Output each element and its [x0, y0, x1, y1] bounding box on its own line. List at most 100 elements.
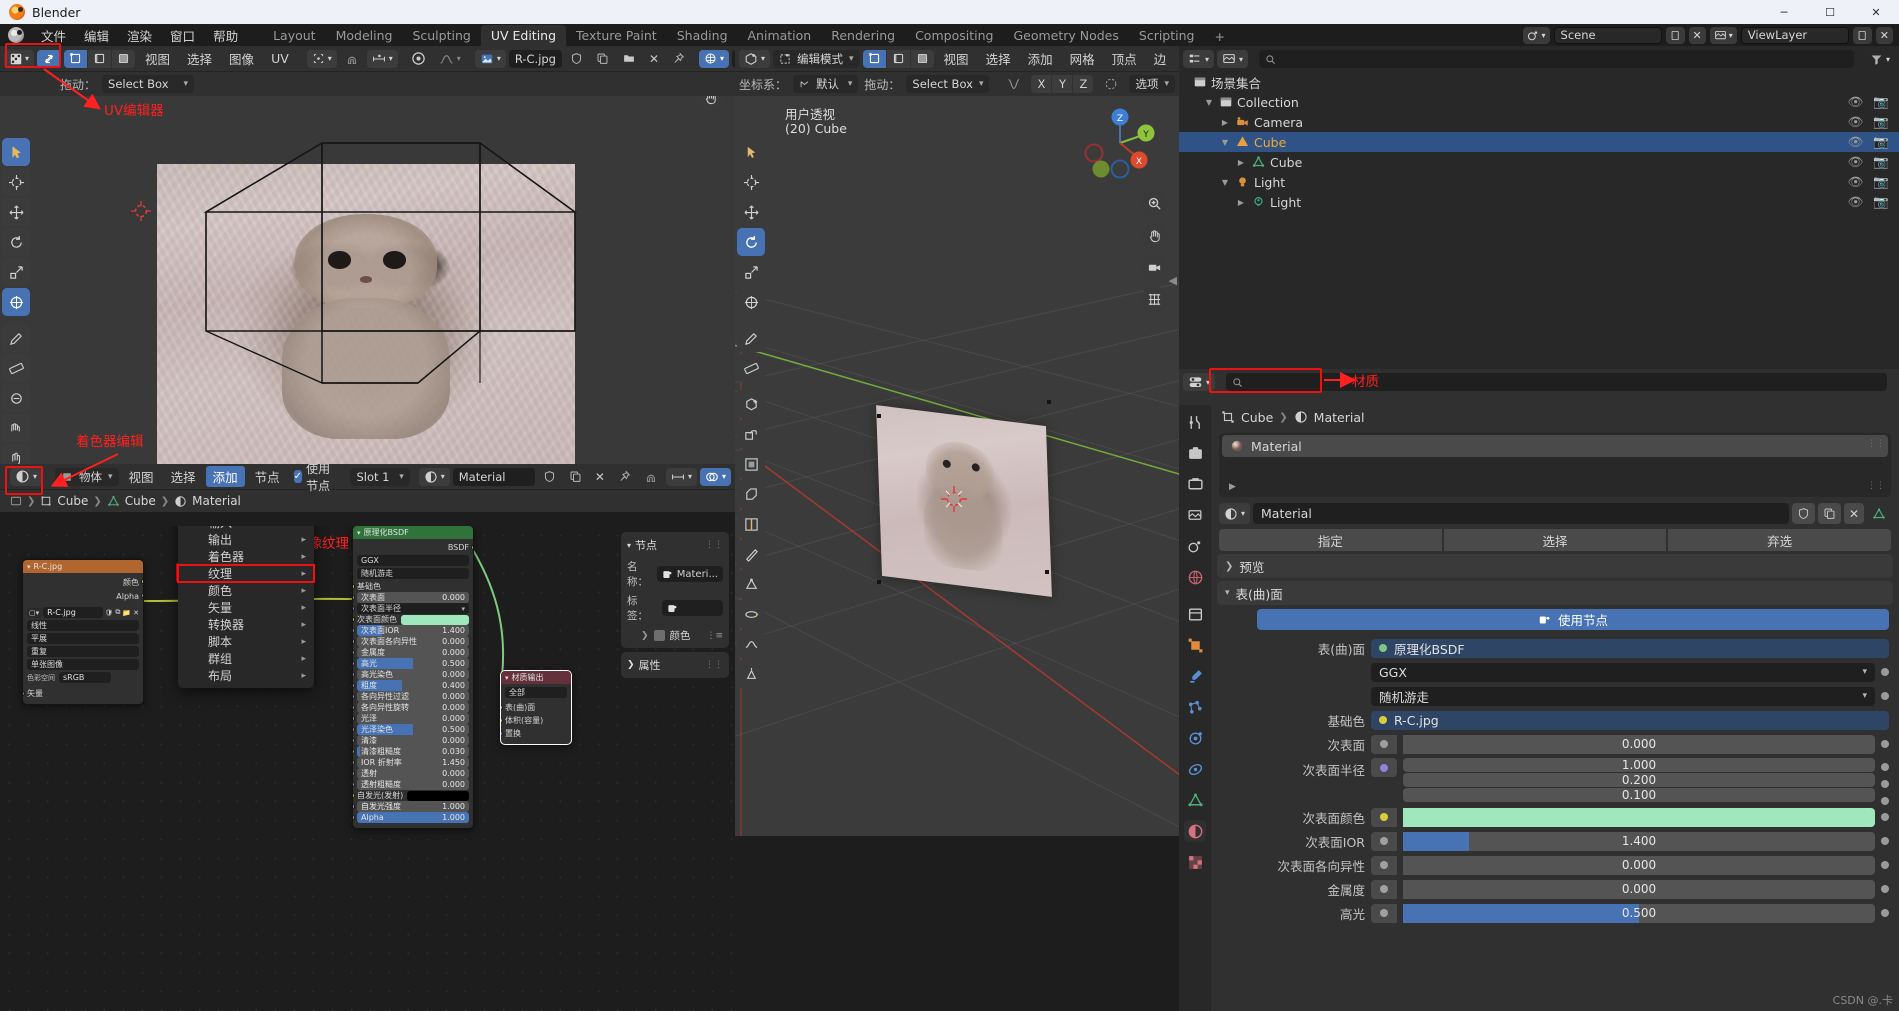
- vp-tool-annotate[interactable]: [737, 324, 765, 352]
- orientation-select[interactable]: 默认▾: [793, 75, 858, 93]
- outliner-filter-button[interactable]: ▾: [1217, 50, 1248, 68]
- node-param-row[interactable]: 次表面各向异性0.000: [357, 636, 469, 647]
- property-driver-dot[interactable]: [1881, 740, 1889, 748]
- viewport-zoom-gizmo[interactable]: [1141, 190, 1167, 216]
- vp-tool-add-cube[interactable]: [737, 390, 765, 418]
- x-icon[interactable]: ✕: [133, 609, 139, 617]
- outliner-item-camera[interactable]: ▶Camera👁📷: [1179, 112, 1899, 132]
- property-row[interactable]: 次表面半径1.0000.2000.100: [1211, 756, 1899, 805]
- property-tab-object[interactable]: [1184, 634, 1206, 656]
- socket[interactable]: [352, 595, 355, 600]
- hide-in-viewport-icon[interactable]: 👁: [1848, 174, 1864, 190]
- node-extension-row[interactable]: 重复: [27, 646, 139, 657]
- vp-tool-loopcut[interactable]: [737, 510, 765, 538]
- property-socket-dot[interactable]: [1371, 735, 1397, 754]
- close-button[interactable]: ✕: [1853, 0, 1899, 24]
- node-param-row[interactable]: 光泽染色0.500: [357, 724, 469, 735]
- outliner-item-collection[interactable]: ▼Collection👁📷: [1179, 92, 1899, 112]
- socket[interactable]: [352, 617, 355, 622]
- node-param-slider[interactable]: 光泽染色0.500: [357, 724, 469, 735]
- scene-browse-button[interactable]: ▾: [1523, 27, 1550, 44]
- node-param-slider[interactable]: 光泽0.000: [357, 713, 469, 724]
- chevron-down-icon[interactable]: ▼: [1219, 138, 1231, 147]
- material-slot-list[interactable]: Material ▶ ⋮⋮ ⋮⋮: [1219, 433, 1891, 497]
- add-menu-item[interactable]: 矢量▸: [178, 599, 314, 616]
- uv-image-browse-button[interactable]: ▾: [475, 50, 506, 68]
- property-socket-dot[interactable]: [1371, 856, 1397, 875]
- face-select-icon[interactable]: [911, 50, 934, 68]
- viewport-menu-select[interactable]: 选择: [979, 48, 1018, 69]
- uv-select-mode-group[interactable]: [64, 50, 135, 68]
- uv-menu-select[interactable]: 选择: [180, 48, 219, 69]
- select-button[interactable]: 选择: [1444, 529, 1667, 551]
- property-row[interactable]: 次表面颜色: [1211, 805, 1899, 829]
- node-param-row[interactable]: 清漆0.000: [357, 735, 469, 746]
- workspace-tab-animation[interactable]: Animation: [738, 25, 822, 46]
- viewlayer-name-field[interactable]: ViewLayer: [1741, 27, 1849, 44]
- socket-volume[interactable]: [500, 718, 503, 723]
- socket[interactable]: [352, 694, 355, 699]
- uv-sync-selection-button[interactable]: [37, 50, 61, 68]
- node-param-slider[interactable]: 次表面0.000: [357, 592, 469, 603]
- remove-scene-button[interactable]: ✕: [1689, 27, 1706, 44]
- workspace-tab-uv-editing[interactable]: UV Editing: [481, 25, 566, 46]
- property-row[interactable]: 次表面各向异性0.000: [1211, 853, 1899, 877]
- use-nodes-checkbox[interactable]: ✓ 使用节点: [294, 464, 338, 494]
- workspace-tab-compositing[interactable]: Compositing: [905, 25, 1003, 46]
- edge-select-icon[interactable]: [887, 50, 910, 68]
- add-menu-item[interactable]: 颜色▸: [178, 582, 314, 599]
- hide-in-viewport-icon[interactable]: 👁: [1848, 94, 1864, 110]
- uv-image-name-field[interactable]: R-C.jpg: [509, 50, 562, 68]
- blender-menu-icon[interactable]: [8, 27, 24, 43]
- node-param-slider[interactable]: 清漆粗糙度0.030: [357, 746, 469, 757]
- property-vector-component[interactable]: 0.100: [1403, 788, 1875, 802]
- axis-lock-z[interactable]: Z: [1073, 75, 1093, 93]
- property-color-swatch[interactable]: [1403, 808, 1875, 827]
- vp-tool-scale[interactable]: [737, 258, 765, 286]
- deselect-button[interactable]: 弃选: [1668, 529, 1891, 551]
- property-driver-dot[interactable]: [1881, 837, 1889, 845]
- property-link-field[interactable]: R-C.jpg: [1371, 711, 1889, 730]
- socket-vector[interactable]: [22, 691, 25, 696]
- breadcrumb-material[interactable]: Material: [192, 494, 241, 508]
- vertex-select-icon[interactable]: [64, 50, 87, 68]
- node-target-row[interactable]: 全部: [505, 687, 567, 698]
- add-menu-item[interactable]: 群组▸: [178, 650, 314, 667]
- node-param-slider[interactable]: 高光0.500: [357, 658, 469, 669]
- face-select-icon[interactable]: [112, 50, 135, 68]
- node-image-texture-header[interactable]: ▾ R-C.jpg: [23, 560, 143, 573]
- uv-tool-measure[interactable]: [2, 354, 30, 382]
- property-vector-component[interactable]: 1.000: [1403, 758, 1875, 772]
- vp-tool-bevel[interactable]: [737, 480, 765, 508]
- menu-help[interactable]: 帮助: [204, 24, 247, 47]
- uv-snap-target-button[interactable]: ▾: [367, 50, 398, 68]
- outliner-item-cube[interactable]: ▼Cube👁📷: [1179, 132, 1899, 152]
- property-row[interactable]: 基础色R-C.jpg: [1211, 708, 1899, 732]
- use-nodes-button[interactable]: 使用节点: [1257, 609, 1889, 630]
- node-param-row[interactable]: 光泽0.000: [357, 713, 469, 724]
- uv-tool-transform[interactable]: [2, 288, 30, 316]
- vp-tool-smooth[interactable]: [737, 630, 765, 658]
- maximize-button[interactable]: ☐: [1807, 0, 1853, 24]
- node-input-vector[interactable]: 矢量: [27, 688, 139, 699]
- outliner-scene-collection-row[interactable]: 场景集合: [1179, 72, 1899, 92]
- viewport-menu-mesh[interactable]: 网格: [1063, 48, 1102, 69]
- vp-tool-move[interactable]: [737, 198, 765, 226]
- node-param-row[interactable]: 各向异性过滤0.000: [357, 691, 469, 702]
- uv-menu-image[interactable]: 图像: [222, 48, 261, 69]
- properties-panel-title[interactable]: ❯ 属性 ⋮⋮: [627, 657, 723, 673]
- workspace-tab-sculpting[interactable]: Sculpting: [402, 25, 480, 46]
- node-output-alpha[interactable]: Alpha: [27, 590, 139, 602]
- workspace-tab-scripting[interactable]: Scripting: [1129, 25, 1205, 46]
- property-slider[interactable]: 1.400: [1403, 832, 1875, 851]
- workspace-tab-texture-paint[interactable]: Texture Paint: [566, 25, 667, 46]
- disable-in-renders-icon[interactable]: 📷: [1873, 154, 1889, 170]
- uv-tool-grab[interactable]: [2, 384, 30, 412]
- property-socket-dot[interactable]: [1371, 758, 1397, 777]
- property-socket-dot[interactable]: [1371, 880, 1397, 899]
- socket[interactable]: [352, 749, 355, 754]
- node-principled-bsdf[interactable]: ▾ 原理化BSDF BSDF GGX 随机游走 基础色次表面0.000次表面半径…: [352, 526, 474, 829]
- outliner-search-input[interactable]: [1259, 50, 1854, 68]
- sidebar-collapse-arrow-icon[interactable]: ◀: [1169, 274, 1177, 287]
- drag-handle-icon[interactable]: ⋮⋮: [705, 540, 723, 550]
